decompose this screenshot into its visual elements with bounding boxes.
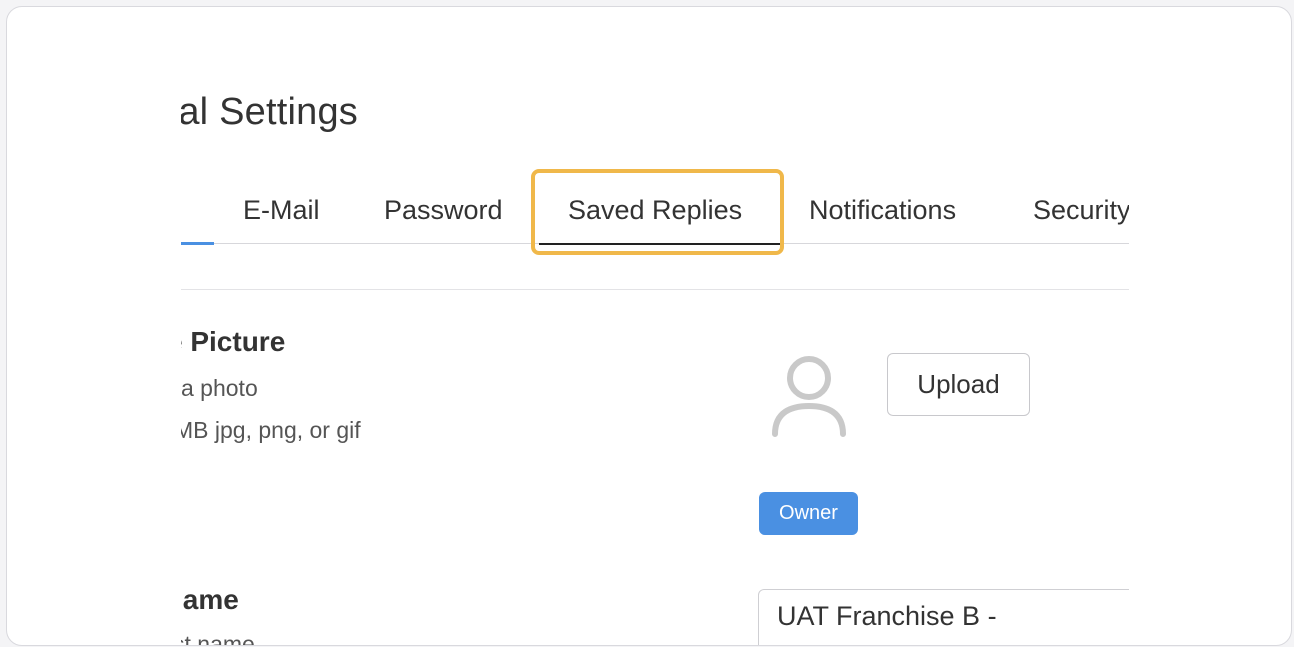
profile-picture-hint: a photo <box>181 375 258 401</box>
tab-notifications[interactable]: Notifications <box>809 195 956 226</box>
settings-viewport: nal Settings E-Mail Password Saved Repli… <box>181 7 1129 646</box>
user-outline-icon <box>772 356 846 437</box>
name-section-title: lame <box>181 584 239 615</box>
name-input[interactable] <box>758 589 1129 645</box>
active-tab-indicator <box>181 242 214 245</box>
profile-picture-file-hint: MB jpg, png, or gif <box>181 417 361 443</box>
upload-button[interactable]: Upload <box>887 353 1030 416</box>
page-title: nal Settings <box>181 91 358 133</box>
tab-password[interactable]: Password <box>384 195 503 226</box>
section-divider <box>181 289 1129 290</box>
tab-email[interactable]: E-Mail <box>243 195 320 226</box>
owner-badge: Owner <box>759 492 858 535</box>
tab-security[interactable]: Security <box>1033 195 1129 226</box>
browser-frame: nal Settings E-Mail Password Saved Repli… <box>6 6 1292 646</box>
name-section-subtitle: st name <box>181 631 255 646</box>
profile-picture-title: e Picture <box>181 326 286 357</box>
highlight-box <box>531 169 784 255</box>
